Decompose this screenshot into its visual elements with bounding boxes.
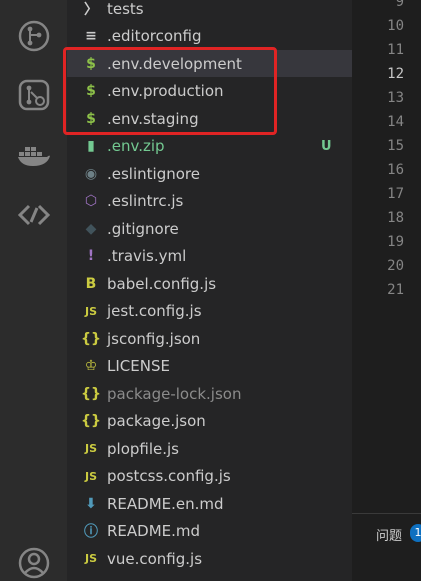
eslint-icon: ⬡ [84, 193, 98, 209]
line-number: 12 [387, 66, 404, 82]
line-number: 16 [387, 162, 404, 178]
file-item[interactable]: {} package-lock.json [67, 380, 352, 407]
file-label: vue.config.js [107, 549, 203, 568]
file-item[interactable]: ♔ LICENSE [67, 353, 352, 380]
git-status-badge: U [321, 138, 332, 154]
file-item[interactable]: ⬇ README.en.md [67, 490, 352, 517]
settings-lines-icon: ≡ [85, 28, 97, 44]
file-label: package-lock.json [107, 384, 242, 403]
file-label: tests [107, 0, 144, 18]
file-item[interactable]: $ .env.staging [67, 105, 352, 132]
docker-icon[interactable] [16, 138, 52, 174]
js-icon: JS [84, 552, 97, 565]
remote-explorer-icon[interactable] [16, 197, 52, 233]
line-number: 20 [387, 258, 404, 274]
file-label: LICENSE [107, 357, 170, 375]
js-icon: JS [84, 442, 97, 455]
line-number: 10 [387, 18, 404, 34]
file-label: plopfile.js [107, 439, 179, 458]
line-number: 18 [387, 210, 404, 226]
dollar-icon: $ [86, 110, 96, 127]
file-item[interactable]: $ .env.development [67, 50, 352, 77]
file-item[interactable]: {} package.json [67, 408, 352, 435]
file-item[interactable]: $ .env.production [67, 78, 352, 105]
activity-bar [0, 0, 67, 581]
file-label: .eslintrc.js [107, 192, 184, 210]
file-item[interactable]: ! .travis.yml [67, 243, 352, 270]
file-label: package.json [107, 412, 206, 430]
json-icon: {} [81, 413, 101, 429]
problems-count-badge: 1 [410, 524, 421, 542]
git-graph-icon[interactable] [16, 18, 52, 54]
file-item[interactable]: Bbabel.config.js [67, 270, 352, 297]
line-number: 19 [387, 234, 404, 250]
file-item[interactable]: ◆ .gitignore [67, 215, 352, 242]
file-label: babel.config.js [107, 274, 217, 293]
problems-tab[interactable]: 问题 1 [352, 513, 421, 553]
file-item[interactable]: ▮ .env.zip U [67, 133, 352, 160]
file-item[interactable]: ⬡ .eslintrc.js [67, 188, 352, 215]
dollar-icon: $ [86, 83, 96, 99]
file-label: README.md [107, 522, 201, 540]
line-number: 17 [387, 186, 404, 202]
dollar-icon: $ [86, 55, 96, 72]
file-item[interactable]: {} jsconfig.json [67, 325, 352, 352]
line-number: 13 [387, 90, 404, 106]
line-number: 21 [387, 282, 404, 298]
file-label: .env.staging [107, 109, 199, 128]
file-item[interactable]: ⓘ README.md [67, 518, 352, 545]
js-icon: JS [84, 469, 97, 483]
line-number: 11 [387, 42, 404, 58]
json-icon: {} [81, 385, 101, 402]
zip-file-icon: ▮ [87, 138, 95, 154]
file-item[interactable]: 〉 tests [67, 0, 352, 22]
file-label: README.en.md [107, 494, 224, 513]
file-label: .env.production [107, 82, 224, 100]
file-item[interactable]: JS vue.config.js [67, 545, 352, 572]
eslint-ignore-icon: ◉ [84, 165, 98, 182]
line-number: 15 [387, 138, 404, 154]
line-number: 14 [387, 114, 404, 130]
line-number: 9 [395, 0, 404, 10]
file-item[interactable]: ≡ .editorconfig [67, 23, 352, 50]
babel-icon: B [85, 275, 97, 292]
file-label: jsconfig.json [107, 329, 201, 348]
file-item[interactable]: JS plopfile.js [67, 435, 352, 462]
git-pull-request-icon[interactable] [16, 77, 52, 113]
file-item[interactable]: ◉ .eslintignore [67, 160, 352, 187]
problems-tab-label: 问题 [376, 529, 403, 544]
travis-icon: ! [87, 248, 95, 264]
json-icon: {} [81, 330, 101, 347]
info-icon: ⓘ [84, 524, 98, 540]
license-icon: ♔ [84, 358, 98, 374]
git-icon: ◆ [85, 220, 97, 237]
file-explorer: 〉 tests ≡ .editorconfig $ .env.development $ .e… [67, 0, 352, 581]
chevron-right-icon: 〉 [84, 1, 98, 18]
file-label: .gitignore [107, 219, 179, 238]
file-item[interactable]: JS postcss.config.js [67, 463, 352, 490]
js-icon: JS [84, 304, 97, 318]
file-label: .editorconfig [107, 27, 202, 45]
editor-gutter: 9 10 11 12 13 14 15 16 17 18 19 20 21 [352, 0, 421, 581]
file-item[interactable]: JS jest.config.js [67, 298, 352, 325]
file-label: .travis.yml [107, 247, 187, 265]
account-icon[interactable] [16, 545, 52, 581]
download-arrow-icon: ⬇ [85, 495, 97, 512]
file-label: .eslintignore [107, 164, 200, 183]
file-label: postcss.config.js [107, 467, 231, 485]
file-label: .env.development [107, 54, 242, 73]
file-label: jest.config.js [107, 302, 202, 320]
file-label: .env.zip [107, 137, 165, 155]
